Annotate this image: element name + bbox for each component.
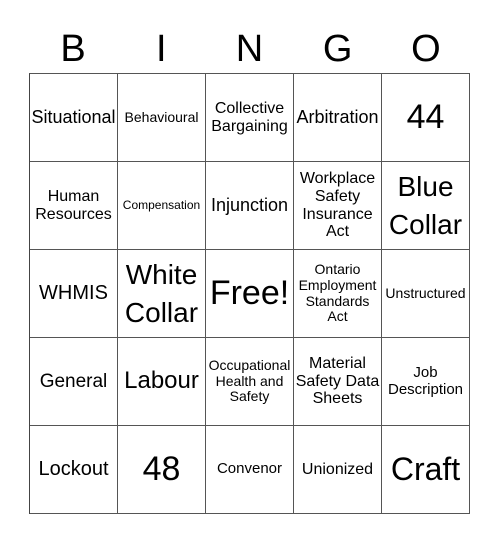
bingo-cell[interactable]: Situational: [30, 74, 118, 162]
bingo-cell[interactable]: 44: [382, 74, 470, 162]
bingo-cell[interactable]: Workplace Safety Insurance Act: [294, 162, 382, 250]
bingo-cell[interactable]: Labour: [118, 338, 206, 426]
bingo-cell[interactable]: 48: [118, 426, 206, 514]
bingo-cell[interactable]: Arbitration: [294, 74, 382, 162]
bingo-cell[interactable]: Human Resources: [30, 162, 118, 250]
bingo-cell[interactable]: Convenor: [206, 426, 294, 514]
bingo-header: B I N G O: [29, 24, 470, 74]
bingo-cell[interactable]: Compensation: [118, 162, 206, 250]
bingo-cell[interactable]: Occupational Health and Safety: [206, 338, 294, 426]
bingo-cell[interactable]: Unionized: [294, 426, 382, 514]
header-letter-i: I: [156, 28, 167, 70]
bingo-cell[interactable]: Ontario Employment Standards Act: [294, 250, 382, 338]
bingo-cell[interactable]: General: [30, 338, 118, 426]
bingo-cell[interactable]: White Collar: [118, 250, 206, 338]
bingo-cell[interactable]: Collective Bargaining: [206, 74, 294, 162]
bingo-cell[interactable]: Job Description: [382, 338, 470, 426]
header-letter-g: G: [322, 28, 353, 70]
bingo-cell[interactable]: Unstructured: [382, 250, 470, 338]
bingo-board: Situational Behavioural Collective Barga…: [29, 73, 470, 514]
bingo-cell[interactable]: Blue Collar: [382, 162, 470, 250]
header-letter-b: B: [60, 28, 86, 70]
bingo-cell[interactable]: Injunction: [206, 162, 294, 250]
free-space-cell[interactable]: Free!: [206, 250, 294, 338]
bingo-cell[interactable]: WHMIS: [30, 250, 118, 338]
header-letter-n: N: [235, 28, 264, 70]
bingo-cell[interactable]: Craft: [382, 426, 470, 514]
bingo-cell[interactable]: Lockout: [30, 426, 118, 514]
header-letter-o: O: [411, 28, 441, 70]
bingo-cell[interactable]: Behavioural: [118, 74, 206, 162]
bingo-cell[interactable]: Material Safety Data Sheets: [294, 338, 382, 426]
